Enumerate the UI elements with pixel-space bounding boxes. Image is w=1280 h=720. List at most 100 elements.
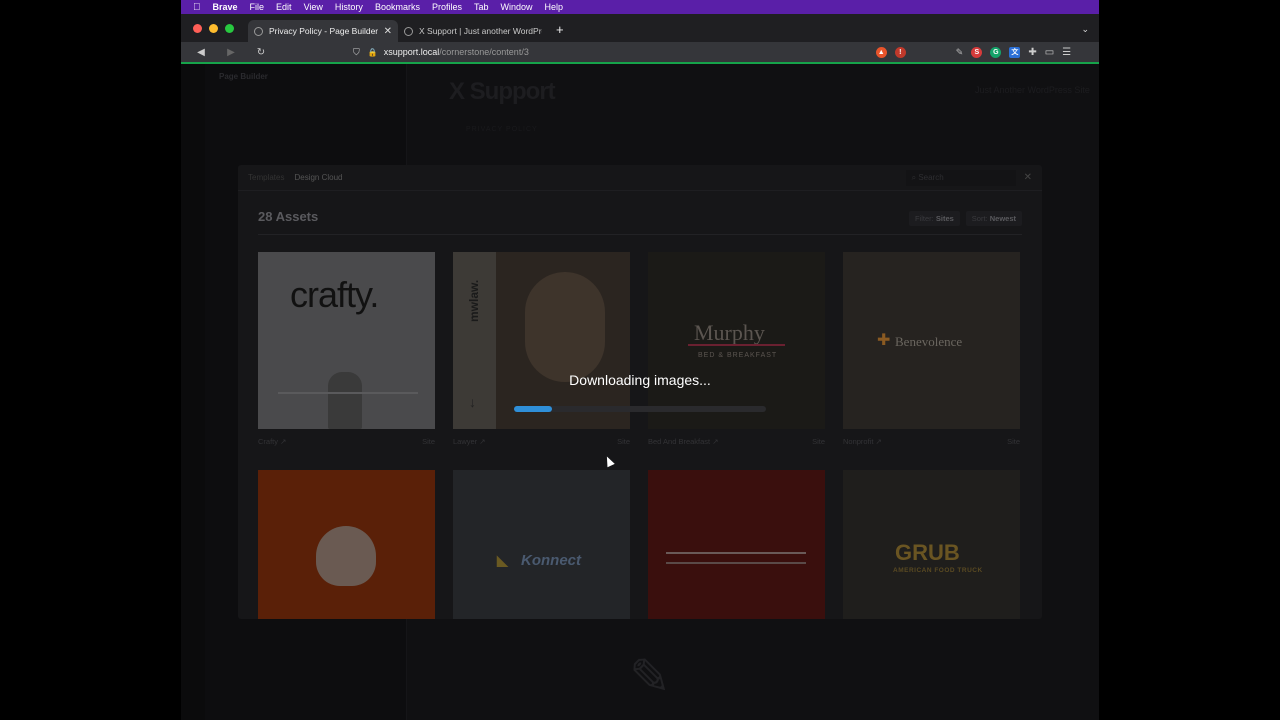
builder-rail (181, 64, 205, 720)
download-message: Downloading images... (569, 372, 711, 388)
card-name[interactable]: Bed And Breakfast ↗ (648, 437, 719, 446)
card-title: GRUB (895, 540, 960, 565)
modal-header: Templates Design Cloud ⌕ Search ✕ (238, 165, 1042, 191)
card-title: Konnect (521, 552, 581, 569)
minimize-window-button[interactable] (209, 24, 218, 33)
search-placeholder: Search (918, 173, 944, 182)
site-tagline: Just Another WordPress Site (975, 85, 1090, 95)
zoom-window-button[interactable] (225, 24, 234, 33)
asset-card-fitness[interactable] (258, 470, 435, 619)
menu-window[interactable]: Window (500, 2, 532, 12)
back-button[interactable]: ◀ (191, 47, 211, 58)
filters: Filter: Sites Sort: Newest (909, 211, 1022, 226)
close-tab-icon[interactable]: ✕ (384, 26, 392, 37)
puzzle-icon[interactable]: ✚ (1028, 47, 1036, 58)
card-meta: Lawyer ↗ Site (453, 437, 630, 446)
forward-button[interactable]: ▶ (221, 47, 241, 58)
card-kind: Site (422, 437, 435, 446)
extension-grammarly-icon[interactable]: G (990, 46, 1002, 58)
sort-value: Newest (989, 214, 1016, 223)
pen-icon[interactable]: ✎ (956, 47, 964, 58)
asset-card-bed-and-breakfast[interactable]: Murphy BED & BREAKFAST (648, 252, 825, 429)
card-name[interactable]: Nonprofit ↗ (843, 437, 882, 446)
edit-document-icon: ✎ (629, 649, 671, 705)
sidebar-title: Page Builder (219, 72, 268, 81)
asset-card-crafty[interactable]: crafty. (258, 252, 435, 429)
globe-icon (254, 26, 263, 36)
divider (688, 344, 785, 346)
filter-label: Filter: (915, 214, 934, 223)
asset-count: 28 Assets (258, 209, 319, 224)
search-input[interactable]: ⌕ Search (905, 169, 1016, 186)
brave-rewards-icon[interactable]: ! (894, 46, 906, 58)
card-title: Murphy (694, 320, 765, 345)
wallet-icon[interactable]: ▭ (1045, 47, 1054, 58)
card-meta: Crafty ↗ Site (258, 437, 435, 446)
page-content: Page Builder X Support Just Another Word… (181, 64, 1099, 720)
asset-card-x-theme[interactable] (648, 470, 825, 619)
x-logo-line (666, 552, 806, 554)
apple-icon[interactable]:  (193, 2, 201, 13)
close-window-button[interactable] (193, 24, 202, 33)
design-cloud-modal: Templates Design Cloud ⌕ Search ✕ 28 Ass… (238, 165, 1042, 619)
card-name[interactable]: Lawyer ↗ (453, 437, 486, 446)
hamburger-menu-icon[interactable]: ☰ (1062, 47, 1071, 58)
menu-tab[interactable]: Tab (474, 2, 489, 12)
breadcrumb: PRIVACY POLICY (466, 126, 538, 133)
menu-help[interactable]: Help (545, 2, 564, 12)
card-kind: Site (1007, 437, 1020, 446)
extension-s-icon[interactable]: S (971, 46, 983, 58)
tab-strip: Privacy Policy - Page Builder - ✕ X Supp… (181, 14, 1099, 42)
asset-card-konnect[interactable]: ◣ Konnect (453, 470, 630, 619)
new-tab-button[interactable]: + (556, 22, 564, 37)
menu-history[interactable]: History (335, 2, 363, 12)
filter-dropdown[interactable]: Filter: Sites (909, 211, 960, 226)
menu-bookmarks[interactable]: Bookmarks (375, 2, 420, 12)
menu-bar:  Brave File Edit View History Bookmarks… (181, 0, 1099, 14)
extensions-area: ▲ ! ✎ S G 文 ✚ ▭ ☰ (875, 46, 1071, 58)
brave-shields-icon[interactable]: ▲ (875, 46, 887, 58)
reload-button[interactable]: ↻ (251, 47, 271, 58)
card-meta: Bed And Breakfast ↗ Site (648, 437, 825, 446)
card-kind: Site (812, 437, 825, 446)
sort-label: Sort: (971, 214, 988, 223)
download-progress-fill (514, 406, 552, 412)
site-title: X Support (449, 78, 556, 105)
card-subtitle: BED & BREAKFAST (698, 352, 778, 359)
extension-translate-icon[interactable]: 文 (1009, 46, 1021, 58)
tab-x-support[interactable]: X Support | Just another WordPress (398, 20, 548, 42)
tab-design-cloud[interactable]: Design Cloud (294, 173, 342, 182)
menu-profiles[interactable]: Profiles (432, 2, 462, 12)
bookmark-icon[interactable]: ⛉ (353, 47, 360, 58)
cross-icon: ✚ (877, 332, 891, 349)
asset-card-nonprofit[interactable]: ✚ Benevolence (843, 252, 1020, 429)
card-meta: Nonprofit ↗ Site (843, 437, 1020, 446)
url-path: /cornerstone/content/3 (439, 47, 529, 57)
tab-label: X Support | Just another WordPress (419, 26, 542, 36)
card-kind: Site (617, 437, 630, 446)
download-progress-bar (514, 406, 766, 412)
tab-privacy-policy[interactable]: Privacy Policy - Page Builder - ✕ (248, 20, 398, 42)
menu-view[interactable]: View (304, 2, 323, 12)
url-host: xsupport.local (383, 47, 440, 57)
menu-app-brave[interactable]: Brave (213, 2, 238, 12)
globe-icon (404, 26, 413, 36)
x-logo-line (666, 562, 806, 564)
window-controls (193, 24, 234, 33)
card-title: crafty. (290, 274, 379, 315)
menu-edit[interactable]: Edit (276, 2, 292, 12)
menu-file[interactable]: File (250, 2, 265, 12)
chevron-down-icon[interactable]: ⌄ (1081, 24, 1089, 35)
address-bar[interactable]: 🔒 xsupport.local/cornerstone/content/3 (368, 44, 870, 60)
card-subtitle: AMERICAN FOOD TRUCK (893, 567, 983, 574)
arrow-down-icon: ↓ (469, 394, 476, 410)
browser-window:  Brave File Edit View History Bookmarks… (181, 0, 1099, 720)
portrait-shape (525, 272, 605, 382)
tab-templates[interactable]: Templates (248, 173, 284, 182)
close-icon[interactable]: ✕ (1024, 172, 1032, 183)
card-name[interactable]: Crafty ↗ (258, 437, 286, 446)
browser-toolbar: ◀ ▶ ↻ ⛉ 🔒 xsupport.local/cornerstone/con… (181, 42, 1099, 62)
asset-card-food-truck[interactable]: GRUB AMERICAN FOOD TRUCK (843, 470, 1020, 619)
sort-dropdown[interactable]: Sort: Newest (965, 211, 1022, 226)
asset-card-lawyer[interactable]: mwlaw. ↓ (453, 252, 630, 429)
